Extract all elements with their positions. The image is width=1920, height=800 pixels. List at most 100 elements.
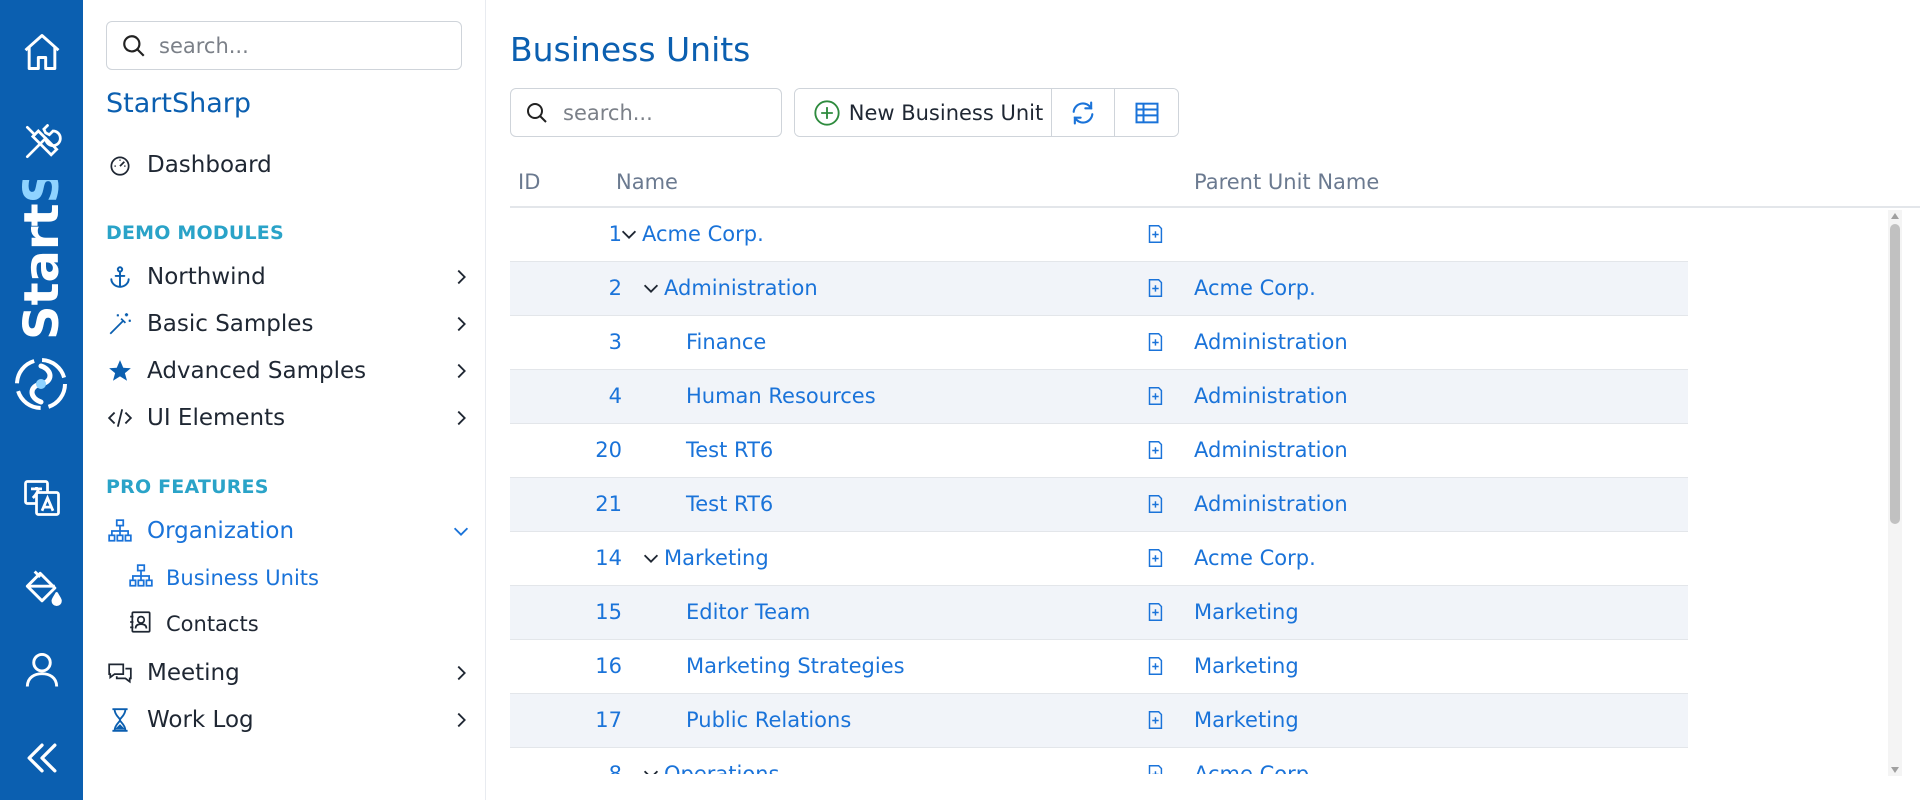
- column-picker-button[interactable]: [1115, 89, 1178, 136]
- cell-parent-link[interactable]: Acme Corp.: [1194, 546, 1316, 570]
- cell-parent-link[interactable]: Administration: [1194, 384, 1348, 408]
- table-row[interactable]: 1 Acme Corp.: [510, 208, 1688, 262]
- sidebar-item-northwind[interactable]: Northwind: [106, 257, 476, 297]
- sidebar-search[interactable]: [106, 21, 462, 70]
- brand-logo-icon: [15, 358, 67, 410]
- sidebar-item-label: Meeting: [147, 660, 240, 686]
- chevron-down-icon[interactable]: [640, 277, 662, 299]
- table-row[interactable]: 3 Finance Administration: [510, 316, 1688, 370]
- table-row[interactable]: 2 Administration Acme Corp.: [510, 262, 1688, 316]
- sidebar-item-business-units[interactable]: Business Units: [128, 560, 458, 596]
- add-child-icon[interactable]: [1144, 223, 1166, 245]
- cell-parent-link[interactable]: Administration: [1194, 492, 1348, 516]
- table-row[interactable]: 21 Test RT6 Administration: [510, 478, 1688, 532]
- new-business-unit-label: New Business Unit: [848, 100, 1044, 125]
- table-icon: [1135, 102, 1158, 123]
- code-icon: [106, 404, 134, 432]
- add-child-icon[interactable]: [1144, 277, 1166, 299]
- anchor-icon: [106, 263, 134, 291]
- cell-name-link[interactable]: Operations: [664, 762, 779, 774]
- home-icon[interactable]: [0, 22, 83, 82]
- table-row[interactable]: 8 Operations Acme Corp.: [510, 748, 1688, 774]
- cell-parent-link[interactable]: Administration: [1194, 438, 1348, 462]
- add-circle-icon: [814, 99, 840, 126]
- add-child-icon[interactable]: [1144, 439, 1166, 461]
- refresh-icon: [1072, 100, 1094, 125]
- sidebar-item-ui-elements[interactable]: UI Elements: [106, 398, 476, 438]
- cell-name-link[interactable]: Administration: [664, 276, 818, 300]
- table-row[interactable]: 17 Public Relations Marketing: [510, 694, 1688, 748]
- cell-name-link[interactable]: Test RT6: [686, 438, 773, 462]
- add-child-icon[interactable]: [1144, 709, 1166, 731]
- page-title: Business Units: [510, 30, 751, 69]
- sidebar-item-label: UI Elements: [147, 405, 286, 431]
- cell-name-link[interactable]: Marketing: [664, 546, 769, 570]
- add-child-icon[interactable]: [1144, 547, 1166, 569]
- org-chart-icon: [128, 563, 154, 593]
- sidebar-item-label: Advanced Samples: [147, 358, 367, 384]
- contact-card-icon: [128, 609, 154, 639]
- sidebar-item-contacts[interactable]: Contacts: [128, 606, 458, 642]
- sidebar-item-work-log[interactable]: Work Log: [106, 700, 476, 740]
- table-row[interactable]: 20 Test RT6 Administration: [510, 424, 1688, 478]
- new-business-unit-button[interactable]: New Business Unit: [795, 89, 1052, 136]
- chevron-down-icon[interactable]: [618, 223, 640, 245]
- chevron-right-icon: [457, 363, 466, 379]
- cell-name-link[interactable]: Editor Team: [686, 600, 810, 624]
- user-icon[interactable]: [0, 640, 83, 700]
- cell-name-link[interactable]: Marketing Strategies: [686, 654, 905, 678]
- column-header-name[interactable]: Name: [616, 170, 678, 194]
- cell-name-link[interactable]: Human Resources: [686, 384, 876, 408]
- cell-parent-link[interactable]: Acme Corp.: [1194, 276, 1316, 300]
- chevron-down-icon: [453, 527, 469, 536]
- scroll-thumb[interactable]: [1890, 224, 1900, 524]
- sidebar-item-advanced-samples[interactable]: Advanced Samples: [106, 351, 476, 391]
- chevron-down-icon[interactable]: [640, 547, 662, 569]
- scroll-up-arrow[interactable]: [1891, 213, 1899, 219]
- cell-parent-link[interactable]: Marketing: [1194, 600, 1299, 624]
- add-child-icon[interactable]: [1144, 655, 1166, 677]
- collapse-icon[interactable]: [0, 728, 83, 788]
- column-header-parent[interactable]: Parent Unit Name: [1194, 170, 1379, 194]
- sidebar-search-input[interactable]: [159, 33, 449, 58]
- column-header-id[interactable]: ID: [518, 170, 540, 194]
- cell-name-link[interactable]: Public Relations: [686, 708, 851, 732]
- table-row[interactable]: 4 Human Resources Administration: [510, 370, 1688, 424]
- add-child-icon[interactable]: [1144, 763, 1166, 774]
- grid-search-input[interactable]: [563, 100, 773, 125]
- chevron-right-icon: [457, 410, 466, 426]
- translate-icon[interactable]: [0, 468, 83, 528]
- sidebar-item-basic-samples[interactable]: Basic Samples: [106, 304, 476, 344]
- grid-search[interactable]: [510, 88, 782, 137]
- paint-bucket-icon[interactable]: [0, 558, 83, 618]
- gauge-icon: [106, 151, 134, 179]
- cell-name-link[interactable]: Test RT6: [686, 492, 773, 516]
- add-child-icon[interactable]: [1144, 331, 1166, 353]
- cell-name-link[interactable]: Acme Corp.: [642, 222, 764, 246]
- table-row[interactable]: 14 Marketing Acme Corp.: [510, 532, 1688, 586]
- grid-scrollbar[interactable]: [1888, 210, 1902, 776]
- sidebar: StartSharp Dashboard DEMO MODULES Northw…: [83, 0, 486, 800]
- sidebar-item-label: Business Units: [166, 566, 319, 590]
- add-child-icon[interactable]: [1144, 601, 1166, 623]
- refresh-button[interactable]: [1052, 89, 1115, 136]
- add-child-icon[interactable]: [1144, 493, 1166, 515]
- app-rail: StartSh: [0, 0, 83, 800]
- cell-id: 21: [595, 492, 622, 516]
- scroll-down-arrow[interactable]: [1891, 767, 1899, 773]
- cell-parent-link[interactable]: Administration: [1194, 330, 1348, 354]
- chevron-right-icon: [457, 665, 466, 681]
- table-row[interactable]: 15 Editor Team Marketing: [510, 586, 1688, 640]
- sidebar-item-dashboard[interactable]: Dashboard: [106, 145, 476, 185]
- tools-icon[interactable]: [0, 112, 83, 172]
- table-row[interactable]: 16 Marketing Strategies Marketing: [510, 640, 1688, 694]
- cell-parent-link[interactable]: Acme Corp.: [1194, 762, 1316, 774]
- cell-parent-link[interactable]: Marketing: [1194, 708, 1299, 732]
- add-child-icon[interactable]: [1144, 385, 1166, 407]
- cell-name-link[interactable]: Finance: [686, 330, 766, 354]
- cell-parent-link[interactable]: Marketing: [1194, 654, 1299, 678]
- sidebar-item-meeting[interactable]: Meeting: [106, 653, 476, 693]
- business-units-grid: ID Name Parent Unit Name 1 Acme Corp. 2 Adm…: [510, 162, 1920, 774]
- chevron-down-icon[interactable]: [640, 763, 662, 774]
- sidebar-item-organization[interactable]: Organization: [106, 511, 476, 551]
